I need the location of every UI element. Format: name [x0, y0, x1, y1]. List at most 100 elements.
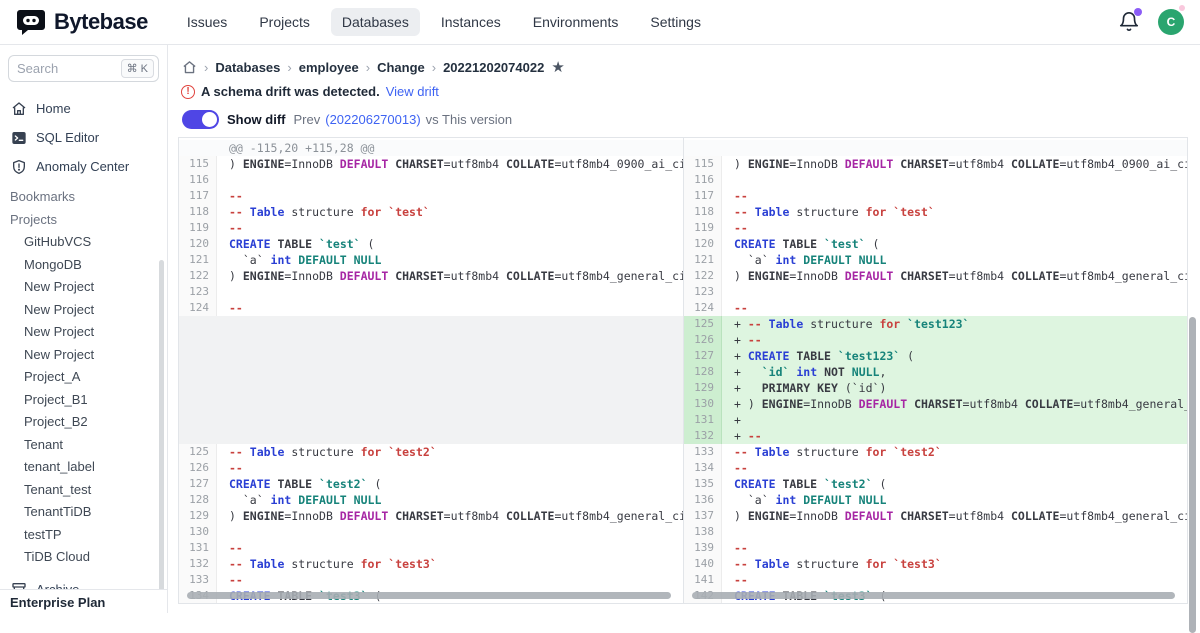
line-number: 132 — [179, 556, 217, 572]
breadcrumb-item-employee[interactable]: employee — [299, 60, 359, 75]
sidebar-project-item[interactable]: Project_B1 — [0, 389, 167, 412]
sidebar-project-item[interactable]: Project_B2 — [0, 411, 167, 434]
line-number — [179, 348, 217, 364]
line-number — [179, 380, 217, 396]
code-line: -- — [217, 300, 683, 316]
code-line: -- — [722, 188, 1187, 204]
diff-row: 134-- — [684, 460, 1187, 476]
line-number — [179, 412, 217, 428]
code-line: -- — [722, 220, 1187, 236]
diff-row — [179, 428, 683, 444]
diff-row: 121 `a` int DEFAULT NULL — [179, 252, 683, 268]
sidebar-project-item[interactable]: tenant_label — [0, 456, 167, 479]
line-number: 133 — [179, 572, 217, 588]
bytebase-logo-icon — [16, 7, 46, 37]
code-line: -- — [217, 220, 683, 236]
sidebar-project-item[interactable]: TenantTiDB — [0, 501, 167, 524]
diff-row: 133-- — [179, 572, 683, 588]
breadcrumb-separator: › — [204, 60, 208, 75]
nav-item-issues[interactable]: Issues — [176, 8, 238, 36]
nav-item-projects[interactable]: Projects — [248, 8, 321, 36]
sidebar-project-item[interactable]: New Project — [0, 299, 167, 322]
diff-row: 119-- — [179, 220, 683, 236]
main-content: › Databases › employee › Change › 202212… — [168, 45, 1200, 613]
diff-row: 125-- Table structure for `test2` — [179, 444, 683, 460]
sidebar-project-item[interactable]: Tenant_test — [0, 479, 167, 502]
horizontal-scrollbar[interactable] — [187, 592, 671, 599]
breadcrumb-home-icon[interactable] — [182, 60, 197, 75]
vs-label: vs This version — [426, 112, 512, 127]
breadcrumb-item-change[interactable]: Change — [377, 60, 425, 75]
sidebar-project-item[interactable]: TiDB Cloud — [0, 546, 167, 569]
diff-row — [179, 348, 683, 364]
code-line — [217, 380, 683, 396]
nav-item-settings[interactable]: Settings — [639, 8, 712, 36]
line-number: 121 — [179, 252, 217, 268]
sidebar-project-item[interactable]: New Project — [0, 276, 167, 299]
breadcrumb-item-databases[interactable]: Databases — [215, 60, 280, 75]
prev-label: Prev — [294, 112, 321, 127]
prev-version-link[interactable]: (202206270013) — [325, 112, 420, 127]
line-number: 121 — [684, 252, 722, 268]
code-line: -- Table structure for `test2` — [217, 444, 683, 460]
code-line: ) ENGINE=InnoDB DEFAULT CHARSET=utf8mb4 … — [217, 508, 683, 524]
sidebar-project-item[interactable]: testTP — [0, 524, 167, 547]
line-number: 129 — [179, 508, 217, 524]
sidebar-item-home[interactable]: Home — [0, 94, 167, 123]
sidebar-project-item[interactable]: Tenant — [0, 434, 167, 457]
brand-name: Bytebase — [54, 9, 148, 35]
plan-label[interactable]: Enterprise Plan — [0, 589, 167, 613]
code-line: + -- — [722, 332, 1187, 348]
diff-row: 136 `a` int DEFAULT NULL — [684, 492, 1187, 508]
view-drift-link[interactable]: View drift — [386, 84, 439, 99]
avatar[interactable]: C — [1158, 9, 1184, 35]
horizontal-scrollbar[interactable] — [692, 592, 1175, 599]
notification-bell-icon[interactable] — [1118, 11, 1140, 33]
sidebar-project-item[interactable]: MongoDB — [0, 254, 167, 277]
code-line: CREATE TABLE `test2` ( — [722, 476, 1187, 492]
diff-row: 131-- — [179, 540, 683, 556]
line-number: 117 — [179, 188, 217, 204]
diff-row: 115) ENGINE=InnoDB DEFAULT CHARSET=utf8m… — [684, 156, 1187, 172]
line-number: 125 — [179, 444, 217, 460]
code-line: + CREATE TABLE `test123` ( — [722, 348, 1187, 364]
home-icon — [10, 100, 27, 117]
code-line: -- Table structure for `test2` — [722, 444, 1187, 460]
nav-item-instances[interactable]: Instances — [430, 8, 512, 36]
code-line: -- — [217, 460, 683, 476]
diff-row: 127+ CREATE TABLE `test123` ( — [684, 348, 1187, 364]
diff-row: 124-- — [684, 300, 1187, 316]
nav-item-databases[interactable]: Databases — [331, 8, 420, 36]
section-label-bookmarks: Bookmarks — [0, 181, 167, 208]
line-number: 133 — [684, 444, 722, 460]
vertical-scrollbar[interactable] — [1189, 317, 1196, 633]
diff-row — [179, 316, 683, 332]
code-line: + PRIMARY KEY (`id`) — [722, 380, 1187, 396]
sidebar-item-sql-editor[interactable]: SQL Editor — [0, 123, 167, 152]
code-line: -- — [217, 188, 683, 204]
brand[interactable]: Bytebase — [16, 7, 148, 37]
show-diff-toggle[interactable] — [182, 110, 219, 129]
line-number: 128 — [684, 364, 722, 380]
code-line: -- — [722, 300, 1187, 316]
nav-item-environments[interactable]: Environments — [522, 8, 630, 36]
sidebar-project-item[interactable]: New Project — [0, 344, 167, 367]
sidebar-item-label: SQL Editor — [36, 130, 99, 145]
bookmark-star-icon[interactable]: ★ — [551, 61, 564, 74]
diff-row: 130 — [179, 524, 683, 540]
search-input[interactable] — [17, 61, 109, 76]
line-number: 126 — [179, 460, 217, 476]
sidebar-project-item[interactable]: New Project — [0, 321, 167, 344]
code-line — [722, 172, 1187, 188]
search-box[interactable]: ⌘ K — [8, 55, 159, 82]
code-line: + -- Table structure for `test123` — [722, 316, 1187, 332]
line-number: 131 — [179, 540, 217, 556]
diff-row: 130+ ) ENGINE=InnoDB DEFAULT CHARSET=utf… — [684, 396, 1187, 412]
sidebar-scrollbar[interactable] — [159, 260, 164, 600]
sidebar-project-item[interactable]: GitHubVCS — [0, 231, 167, 254]
sidebar-project-item[interactable]: Project_A — [0, 366, 167, 389]
code-line: ) ENGINE=InnoDB DEFAULT CHARSET=utf8mb4 … — [722, 156, 1187, 172]
sidebar-item-anomaly-center[interactable]: Anomaly Center — [0, 152, 167, 181]
diff-row: 129+ PRIMARY KEY (`id`) — [684, 380, 1187, 396]
diff-row: 135CREATE TABLE `test2` ( — [684, 476, 1187, 492]
